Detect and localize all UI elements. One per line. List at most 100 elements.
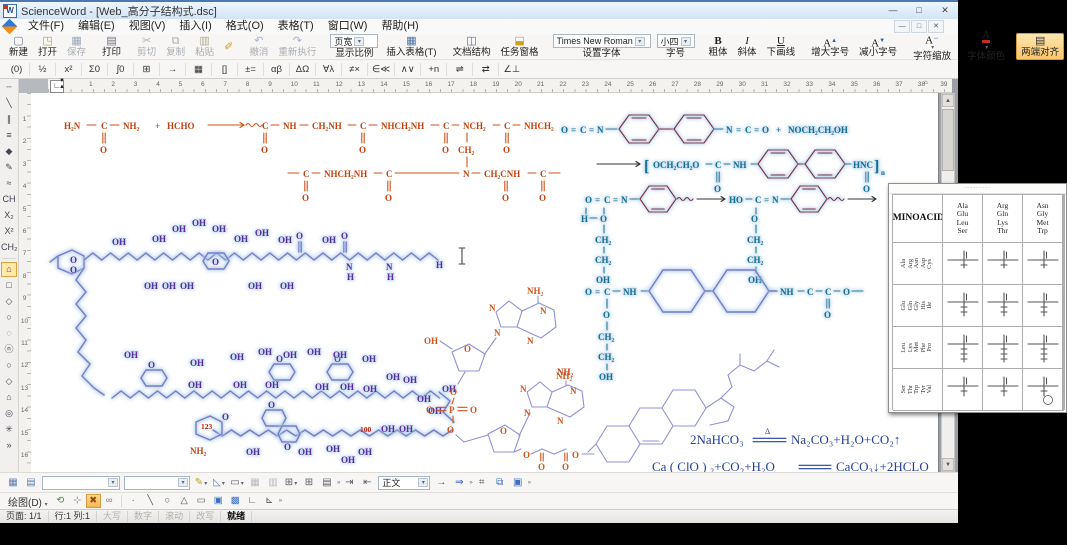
format-combo[interactable]: ▾ [42, 475, 120, 490]
chem-tool-button[interactable]: ○ [1, 358, 17, 373]
doc-minimize-button[interactable]: — [894, 20, 910, 33]
draw-menu-button[interactable]: 绘图(D) ▾ [4, 494, 52, 509]
bold-button[interactable]: B 粗体 [704, 33, 733, 60]
format-tool-button[interactable]: ⇒ [450, 475, 468, 491]
math-symbol-button[interactable]: ⊞ [136, 62, 157, 77]
scroll-down-arrow[interactable]: ▼ [942, 458, 954, 471]
chem-tool-button[interactable]: ≈ [1, 176, 17, 191]
math-symbol-button[interactable]: ∈≪ [370, 62, 392, 77]
chem-tool-button[interactable]: ◌ [1, 326, 17, 341]
chevron-down-icon[interactable]: ▾ [204, 481, 207, 487]
copy-button[interactable]: ⧉ 复制 [161, 33, 190, 60]
amino-structure-cell[interactable] [943, 285, 983, 327]
format-tool-button[interactable]: ⊞ [300, 475, 318, 491]
chevron-down-icon[interactable]: ▾ [294, 481, 297, 487]
format-tool-button[interactable]: ⇤ [358, 475, 376, 491]
toolbar-overflow-icon[interactable]: » [528, 480, 531, 486]
italic-button[interactable]: I 斜体 [733, 33, 762, 60]
math-symbol-button[interactable]: ∫0 [110, 62, 131, 77]
menu-item[interactable]: 表格(T) [271, 19, 321, 34]
math-symbol-button[interactable]: x² [58, 62, 79, 77]
new-document-button[interactable]: ▢ 新建 [4, 33, 33, 60]
draw-tool-button[interactable]: ⟲ [52, 494, 69, 508]
chevron-down-icon[interactable]: ▾ [680, 36, 691, 46]
menu-item[interactable]: 视图(V) [122, 19, 173, 34]
shrink-font-button[interactable]: A▼ 减小字号 [854, 33, 902, 60]
draw-tool-button[interactable]: ▩ [227, 494, 244, 508]
math-symbol-button[interactable]: ΔΩ [292, 62, 313, 77]
minimize-button[interactable]: — [880, 3, 906, 18]
format-tool-button[interactable]: ✎▾ [192, 475, 210, 491]
chem-tool-button[interactable]: X₂ [1, 208, 17, 223]
chem-tool-button[interactable]: ⓝ [1, 342, 17, 357]
close-button[interactable]: ✕ [932, 3, 958, 18]
chem-tool-button[interactable]: ✎ [1, 160, 17, 175]
math-symbol-button[interactable]: αβ [266, 62, 287, 77]
amino-structure-cell[interactable] [943, 327, 983, 369]
toolbar-combo[interactable]: 页宽 ▾ [330, 34, 379, 48]
format-painter-button[interactable]: ✐ [219, 33, 238, 60]
chevron-down-icon[interactable]: ▾ [354, 36, 365, 46]
chem-tool-button[interactable]: ○ [1, 310, 17, 325]
format-tool-button[interactable]: ▦ [246, 475, 264, 491]
amino-structure-cell[interactable] [1023, 285, 1063, 327]
draw-tool-button[interactable]: ▣ [210, 494, 227, 508]
horizontal-ruler[interactable]: ∟ ▼ ▲ ⌂ 1 2 3 4 5 6 7 8 9 10 11 12 13 14 15 16 17 18 19 20 2… [48, 78, 952, 93]
chem-tool-button[interactable]: X² [1, 224, 17, 239]
undo-button[interactable]: ↶ 撤消 [244, 33, 273, 60]
math-symbol-button[interactable]: ±= [240, 62, 261, 77]
amino-structure-cell[interactable] [983, 369, 1023, 411]
draw-tool-button[interactable]: ⊹ [69, 494, 86, 508]
redo-button[interactable]: ↷ 重新执行 [273, 33, 321, 60]
chem-tool-button[interactable]: ┄ [1, 80, 17, 95]
scroll-up-arrow[interactable]: ▲ [942, 94, 954, 107]
maximize-button[interactable]: □ [906, 3, 932, 18]
chem-tool-button[interactable]: ◆ [1, 144, 17, 159]
draw-tool-button[interactable]: ∟ [244, 494, 261, 508]
chevron-down-icon[interactable]: ▾ [418, 478, 429, 487]
amino-structure-cell[interactable] [1023, 327, 1063, 369]
chem-tool-button[interactable]: ≡ [1, 128, 17, 143]
math-symbol-button[interactable]: ⇄ [475, 62, 496, 77]
open-folder-button[interactable]: ◳ 打开 [33, 33, 62, 60]
print-button[interactable]: ▤ 打印 [97, 33, 126, 60]
format-tool-button[interactable]: ▦ [4, 475, 22, 491]
chevron-down-icon[interactable]: ▾ [931, 44, 934, 51]
menu-item[interactable]: 文件(F) [21, 19, 71, 34]
format-combo[interactable]: ▾ [124, 475, 190, 490]
toolbar-overflow-icon[interactable]: » [279, 498, 282, 504]
math-symbol-button[interactable]: Σ0 [84, 62, 105, 77]
justify-button[interactable]: ▤ 两端对齐 [1016, 33, 1065, 60]
chem-tool-button[interactable]: ◎ [1, 406, 17, 421]
chevron-down-icon[interactable]: ▾ [108, 478, 118, 487]
cut-button[interactable]: ✂ 剪切 [132, 33, 161, 60]
math-symbol-button[interactable]: ≠× [344, 62, 365, 77]
scrollbar-thumb[interactable] [942, 109, 954, 171]
format-tool-button[interactable]: ⇥ [340, 475, 358, 491]
amino-structure-cell[interactable] [943, 243, 983, 285]
draw-tool-button[interactable]: · [125, 494, 142, 508]
chem-tool-button[interactable]: » [1, 438, 17, 453]
draw-tool-button[interactable]: ○ [159, 494, 176, 508]
math-symbol-button[interactable]: (0) [6, 62, 27, 77]
draw-tool-button[interactable]: ▭ [193, 494, 210, 508]
char-scale-button[interactable]: A↔ ▾ 字符缩放 [908, 33, 956, 61]
math-symbol-button[interactable]: ½ [32, 62, 53, 77]
format-tool-button[interactable]: ▤ [22, 475, 40, 491]
menu-item[interactable]: 编辑(E) [71, 19, 122, 34]
draw-tool-button[interactable]: ⊾ [261, 494, 278, 508]
grow-font-button[interactable]: A▲ 增大字号 [806, 33, 854, 60]
save-button[interactable]: ▦ 保存 [62, 33, 91, 60]
chem-tool-button[interactable]: ◇ [1, 374, 17, 389]
math-symbol-button[interactable]: ∠⊥ [501, 62, 522, 77]
chem-tool-button[interactable]: ⌂ [1, 262, 17, 277]
toolbar-combo[interactable]: 小四 ▾ [656, 34, 695, 48]
paste-button[interactable]: ▥ 粘贴 [190, 33, 219, 60]
format-tool-button[interactable]: → [432, 475, 450, 491]
chem-tool-button[interactable]: ╲ [1, 96, 17, 111]
menu-item[interactable]: 帮助(H) [374, 19, 425, 34]
format-tool-button[interactable]: ⧉ [491, 475, 509, 491]
document-page[interactable] [31, 93, 939, 472]
format-combo[interactable]: 正文 ▾ [378, 475, 431, 490]
amino-structure-cell[interactable] [1023, 369, 1063, 411]
